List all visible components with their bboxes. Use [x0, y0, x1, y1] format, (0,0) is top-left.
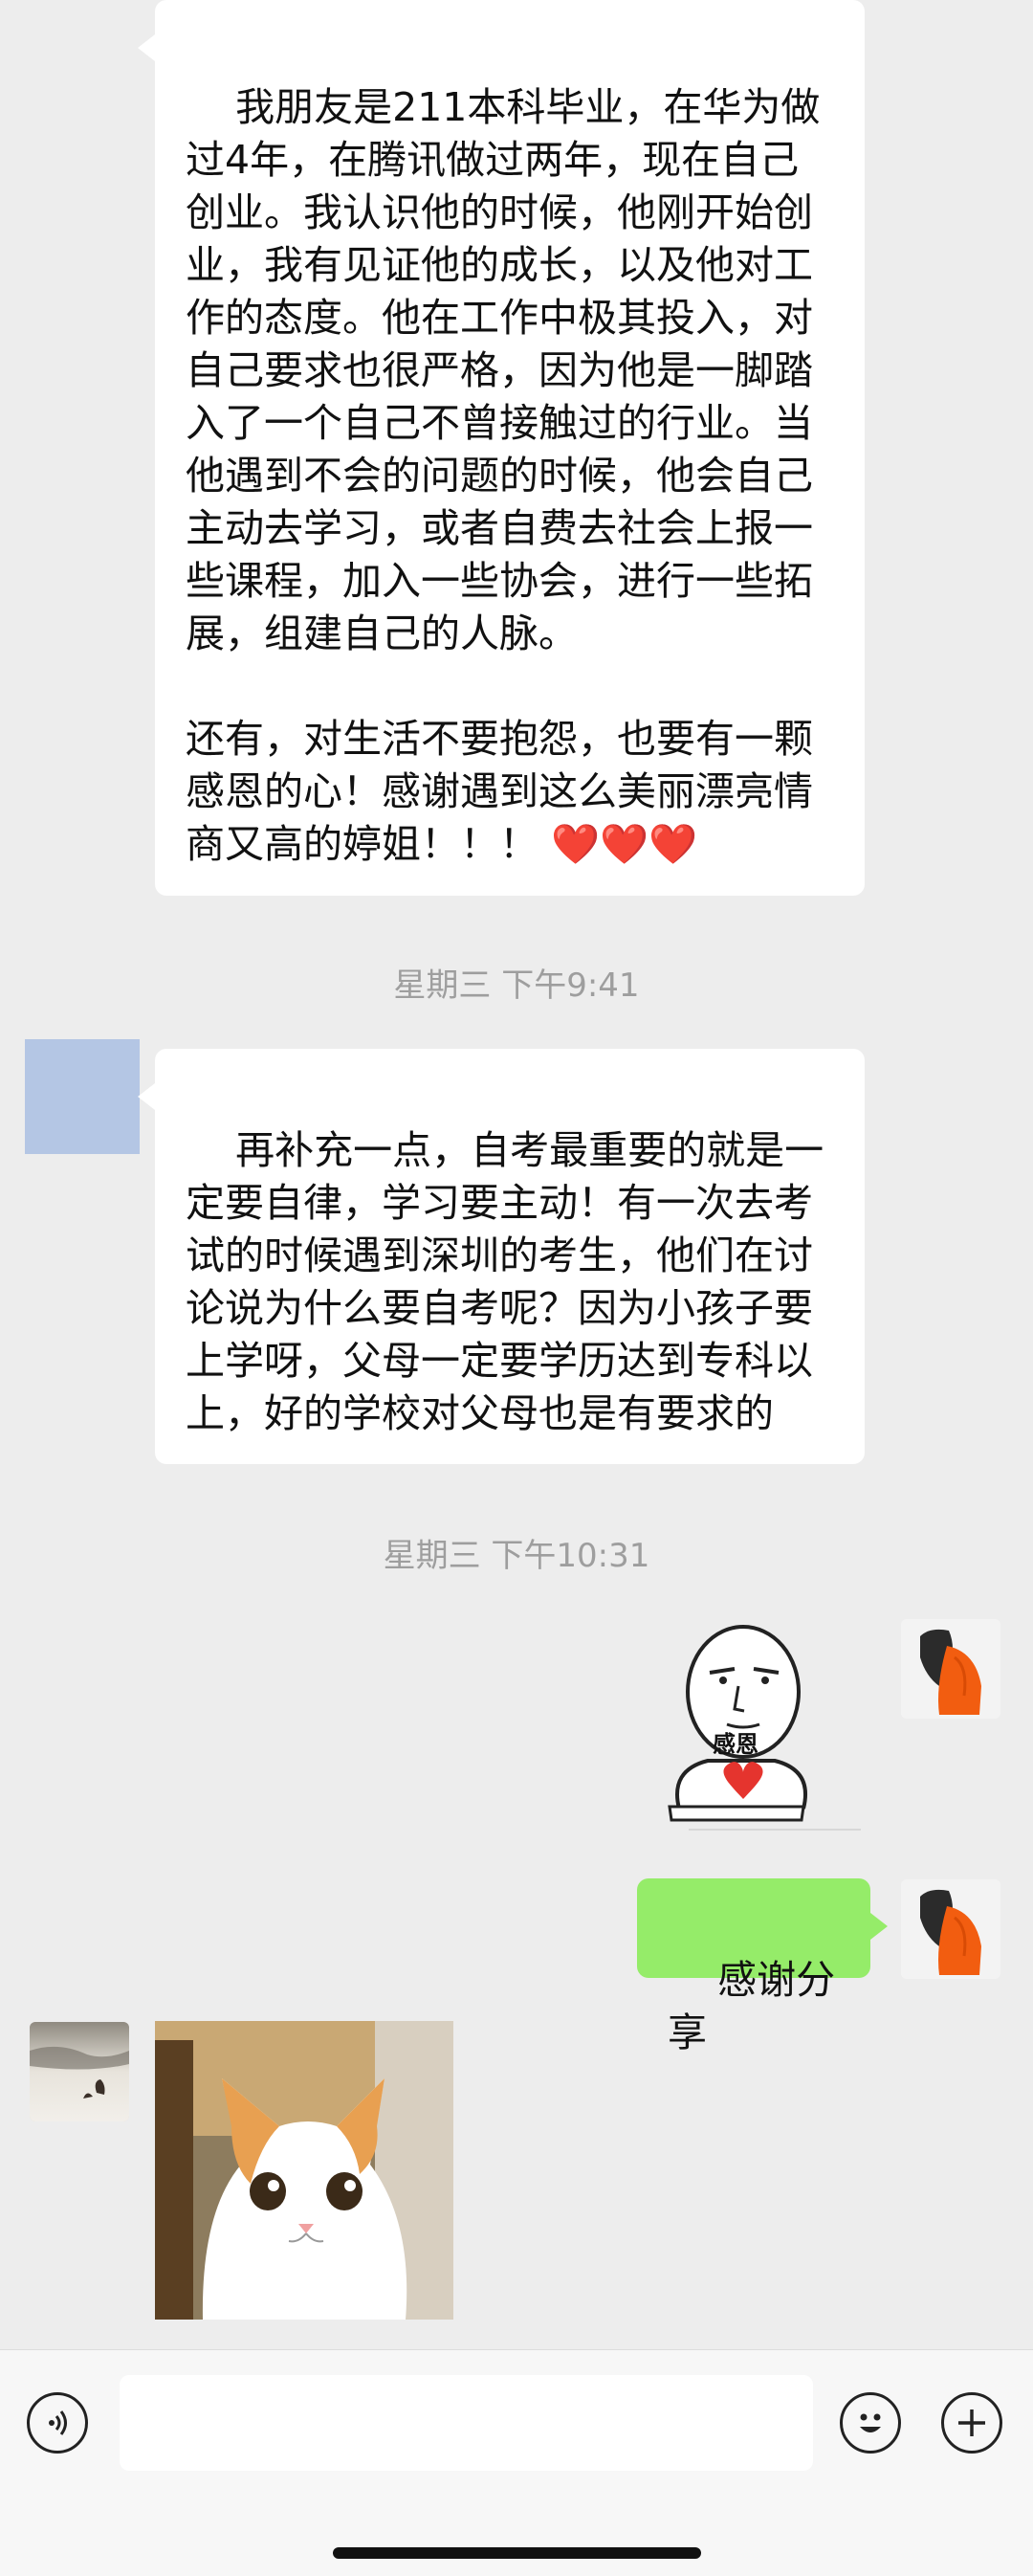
sticker-message[interactable]: 感恩: [631, 1617, 870, 1837]
avatar-image-icon: [901, 1879, 1000, 1979]
message-input[interactable]: [120, 2375, 813, 2471]
image-message[interactable]: [155, 2021, 453, 2320]
emoji-icon: [860, 2413, 881, 2432]
incoming-message-bubble[interactable]: 我朋友是211本科毕业，在华为做过4年，在腾讯做过两年，现在自己创业。我认识他的…: [138, 0, 865, 896]
avatar-image-icon: [30, 2022, 129, 2121]
input-bar: [0, 2349, 1033, 2576]
cat-photo-icon: [155, 2021, 453, 2320]
avatar-placeholder[interactable]: [25, 1039, 140, 1154]
message-text: 再补充一点，自考最重要的就是一定要自律，学习要主动！有一次去考试的时候遇到深圳的…: [186, 1127, 824, 1436]
timestamp: 星期三 下午10:31: [383, 1537, 650, 1575]
incoming-message-bubble[interactable]: 再补充一点，自考最重要的就是一定要自律，学习要主动！有一次去考试的时候遇到深圳的…: [138, 1049, 865, 1464]
home-indicator[interactable]: [333, 2547, 701, 2559]
plus-button[interactable]: [941, 2392, 1002, 2454]
self-avatar[interactable]: [901, 1619, 1000, 1719]
sticker-label: 感恩: [713, 1731, 758, 1758]
outgoing-message-bubble[interactable]: 感谢分享: [637, 1878, 888, 2055]
friend-avatar[interactable]: [30, 2022, 129, 2121]
emoji-button[interactable]: [840, 2392, 901, 2454]
plus-icon: [958, 2409, 985, 2436]
voice-icon: [49, 2410, 67, 2435]
timestamp: 星期三 下午9:41: [393, 966, 640, 1005]
chat-area[interactable]: 我朋友是211本科毕业，在华为做过4年，在腾讯做过两年，现在自己创业。我认识他的…: [0, 0, 1033, 2349]
self-avatar[interactable]: [901, 1879, 1000, 1979]
voice-button[interactable]: [27, 2392, 88, 2454]
avatar-image-icon: [901, 1619, 1000, 1719]
message-text: 我朋友是211本科毕业，在华为做过4年，在腾讯做过两年，现在自己创业。我认识他的…: [186, 84, 821, 867]
message-text: 感谢分享: [668, 1957, 836, 2055]
